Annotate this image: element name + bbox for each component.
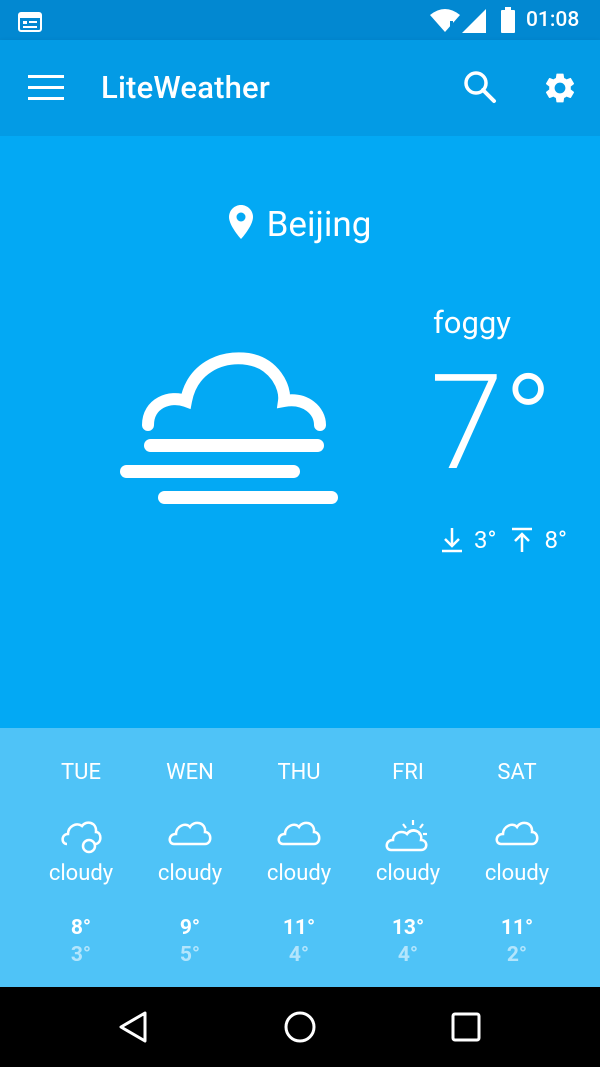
location-row: Beijing bbox=[0, 204, 600, 245]
search-icon[interactable] bbox=[463, 70, 497, 104]
current-condition: foggy bbox=[433, 304, 511, 341]
forecast-low: 3° bbox=[70, 943, 92, 967]
forecast-high: 13° bbox=[391, 916, 425, 940]
status-bar: 01:08 bbox=[0, 0, 600, 40]
status-time: 01:08 bbox=[526, 8, 580, 32]
high-temperature: 8° bbox=[544, 526, 567, 554]
cloud-icon bbox=[61, 821, 102, 854]
home-icon[interactable] bbox=[282, 1009, 318, 1045]
app-bar: LiteWeather bbox=[0, 40, 600, 136]
forecast-description: cloudy bbox=[48, 861, 114, 886]
arrow-up-icon bbox=[512, 527, 533, 552]
forecast-day-name: FRI bbox=[392, 760, 424, 785]
cloud-icon bbox=[277, 821, 321, 846]
cell-signal-icon bbox=[462, 9, 486, 33]
fog-icon bbox=[120, 352, 338, 504]
wifi-icon bbox=[430, 9, 460, 32]
system-navigation-bar bbox=[0, 987, 600, 1067]
forecast-low: 4° bbox=[288, 943, 310, 967]
forecast-low: 4° bbox=[397, 943, 419, 967]
calendar-notification-icon bbox=[18, 12, 42, 32]
gear-icon[interactable] bbox=[542, 70, 578, 106]
forecast-day-name: THU bbox=[277, 760, 321, 785]
forecast-high: 8° bbox=[70, 916, 92, 940]
cloud-icon bbox=[495, 821, 539, 846]
forecast-strip: TUE cloudy 8° 3° WEN cloudy 9° 5° THU cl… bbox=[0, 728, 600, 987]
low-temperature: 3° bbox=[474, 526, 497, 554]
current-temperature: 7° bbox=[430, 347, 554, 501]
forecast-high: 11° bbox=[282, 916, 316, 940]
forecast-low: 2° bbox=[506, 943, 528, 967]
recents-icon[interactable] bbox=[451, 1012, 481, 1042]
back-icon[interactable] bbox=[115, 1009, 151, 1045]
forecast-high: 9° bbox=[179, 916, 201, 940]
forecast-description: cloudy bbox=[266, 861, 332, 886]
app-title: LiteWeather bbox=[101, 69, 271, 106]
arrow-down-icon bbox=[442, 528, 462, 553]
hamburger-menu-icon[interactable] bbox=[28, 75, 64, 101]
temperature-range: 3° 8° bbox=[440, 526, 581, 554]
location-pin-icon bbox=[228, 204, 253, 239]
forecast-description: cloudy bbox=[484, 861, 550, 886]
forecast-description: cloudy bbox=[157, 861, 223, 886]
forecast-description: cloudy bbox=[375, 861, 441, 886]
forecast-day-name: WEN bbox=[166, 760, 214, 785]
cloud-icon bbox=[168, 821, 212, 846]
current-weather-panel: Beijing foggy 7° 3° 8° bbox=[0, 136, 600, 728]
location-name: Beijing bbox=[266, 204, 372, 245]
forecast-high: 11° bbox=[500, 916, 534, 940]
battery-icon bbox=[501, 7, 515, 33]
forecast-day-name: TUE bbox=[61, 760, 101, 785]
forecast-day-name: SAT bbox=[497, 760, 537, 785]
partly-sunny-icon bbox=[385, 820, 428, 852]
forecast-low: 5° bbox=[179, 943, 201, 967]
